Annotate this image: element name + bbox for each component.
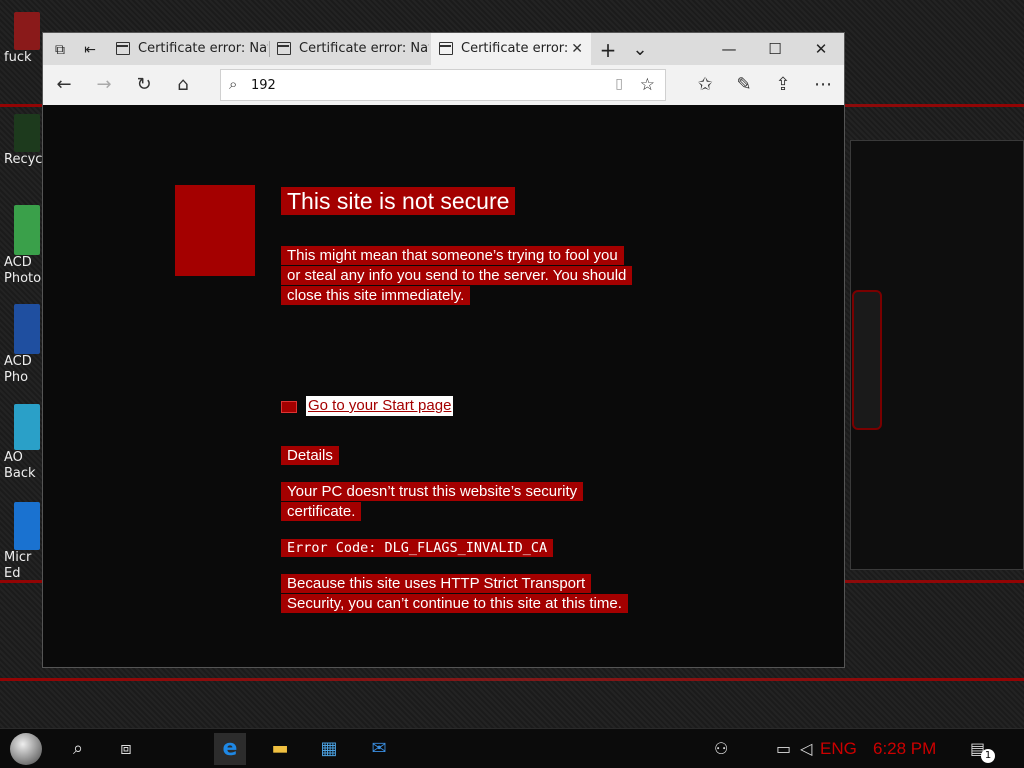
action-center-icon[interactable]: ▤ <box>970 729 985 768</box>
hsts-message: Because this site uses HTTP Strict Trans… <box>281 574 631 614</box>
desktop-icon[interactable]: Micr Ed <box>0 502 40 582</box>
favorites-hub-icon[interactable]: ✩ <box>692 73 718 97</box>
people-icon[interactable]: ⚇ <box>714 729 728 768</box>
certificate-trust-message: Your PC doesn’t trust this website’s sec… <box>281 482 584 522</box>
more-options-icon[interactable]: ⋯ <box>810 73 836 97</box>
folder-icon <box>14 12 40 50</box>
search-icon: ⌕ <box>229 75 238 93</box>
tab-certificate-error-active[interactable]: Certificate error: ✕ <box>431 33 591 65</box>
mail-icon[interactable]: ✉ <box>363 733 395 765</box>
tab-title: Certificate error: Nav <box>138 41 268 56</box>
go-to-start-page-link[interactable]: Go to your Start page <box>306 396 454 416</box>
recycle-bin-icon <box>14 114 40 152</box>
address-bar[interactable]: ⌕ ▯ ☆ <box>220 69 666 101</box>
page-icon <box>116 42 130 55</box>
new-tab-icon[interactable]: + <box>597 39 619 61</box>
close-tab-icon[interactable]: ✕ <box>571 33 583 65</box>
start-button[interactable] <box>10 733 42 765</box>
set-tabs-aside-icon[interactable]: ⇤ <box>79 39 101 61</box>
clock[interactable]: 6:28 PM <box>873 729 936 768</box>
web-notes-icon[interactable]: ✎ <box>731 73 757 97</box>
maximize-button[interactable]: ☐ <box>752 33 798 65</box>
desktop-icon-label: Back <box>4 466 36 481</box>
back-button[interactable]: ← <box>51 73 77 97</box>
desktop-icon-label: ACD <box>4 354 32 369</box>
language-indicator[interactable]: ENG <box>820 729 857 768</box>
edge-taskbar-icon[interactable]: e <box>214 733 246 765</box>
start-page-icon <box>281 401 297 413</box>
desktop-icon-label: ACD <box>4 255 32 270</box>
error-shield-icon <box>175 185 255 276</box>
favorite-star-icon[interactable]: ☆ <box>640 75 655 95</box>
desktop-icon[interactable]: ACD Pho <box>0 304 40 386</box>
desktop-icon-label: AO <box>4 450 23 465</box>
error-title: This site is not secure <box>281 185 631 217</box>
tab-title: Certificate error: <box>461 41 569 56</box>
minimize-button[interactable]: — <box>706 33 752 65</box>
task-view-icon[interactable]: ⧈ <box>110 733 142 765</box>
desktop-icon[interactable]: ACD Photo <box>0 205 42 287</box>
desktop-icon-label: fuck <box>4 50 32 65</box>
notification-count-badge: 1 <box>981 749 995 763</box>
wallpaper-device-shape <box>852 290 882 430</box>
error-message: This might mean that someone’s trying to… <box>281 246 633 306</box>
page-icon <box>277 42 291 55</box>
desktop-icon-label: Micr <box>4 550 32 565</box>
volume-muted-icon[interactable]: ◁ <box>800 729 812 768</box>
desktop-icon-label: Recyc <box>4 152 43 167</box>
reading-view-icon[interactable]: ▯ <box>615 76 623 92</box>
taskbar: ⌕ ⧈ e ▬ ▦ ✉ ⚇ ▭ ◁ ENG 6:28 PM ▤ 1 <box>0 728 1024 768</box>
desktop-icon-label: Photo <box>4 271 42 286</box>
edge-icon <box>14 502 40 550</box>
network-icon[interactable]: ▭ <box>776 729 791 768</box>
forward-button[interactable]: → <box>91 73 117 97</box>
desktop-streak <box>0 678 1024 681</box>
tab-preview-icon[interactable]: ⧉ <box>49 39 71 61</box>
desktop-icon-label: Pho <box>4 370 29 385</box>
desktop-icon[interactable]: fuck <box>0 12 40 66</box>
home-button[interactable]: ⌂ <box>170 73 196 97</box>
desktop-icon[interactable]: Recyc <box>0 114 43 168</box>
tab-list-chevron-icon[interactable]: ⌄ <box>629 39 651 61</box>
title-bar: ⧉ ⇤ Certificate error: Nav Certificate e… <box>43 33 844 65</box>
tab-certificate-error-2[interactable]: Certificate error: Nav <box>269 33 429 65</box>
backup-app-icon <box>14 404 40 450</box>
store-icon[interactable]: ▦ <box>313 733 345 765</box>
navigation-bar: ← → ↻ ⌂ ⌕ ▯ ☆ ✩ ✎ ⇪ ⋯ <box>43 65 844 105</box>
share-icon[interactable]: ⇪ <box>770 73 796 97</box>
app-shortcut-icon <box>14 304 40 354</box>
desktop-icon[interactable]: AO Back <box>0 404 40 482</box>
page-icon <box>439 42 453 55</box>
browser-window: ⧉ ⇤ Certificate error: Nav Certificate e… <box>43 33 844 667</box>
refresh-button[interactable]: ↻ <box>131 73 157 97</box>
desktop-icon-label: Ed <box>4 566 21 581</box>
file-explorer-icon[interactable]: ▬ <box>264 733 296 765</box>
tab-title: Certificate error: Nav <box>299 41 429 56</box>
address-input[interactable] <box>251 75 591 95</box>
error-code: Error Code: DLG_FLAGS_INVALID_CA <box>281 538 631 558</box>
page-content: This site is not secure This might mean … <box>43 105 844 667</box>
details-toggle[interactable]: Details <box>281 446 631 466</box>
tab-certificate-error-1[interactable]: Certificate error: Nav <box>108 33 268 65</box>
search-icon[interactable]: ⌕ <box>62 733 94 765</box>
close-window-button[interactable]: ✕ <box>798 33 844 65</box>
app-shortcut-icon <box>14 205 40 255</box>
